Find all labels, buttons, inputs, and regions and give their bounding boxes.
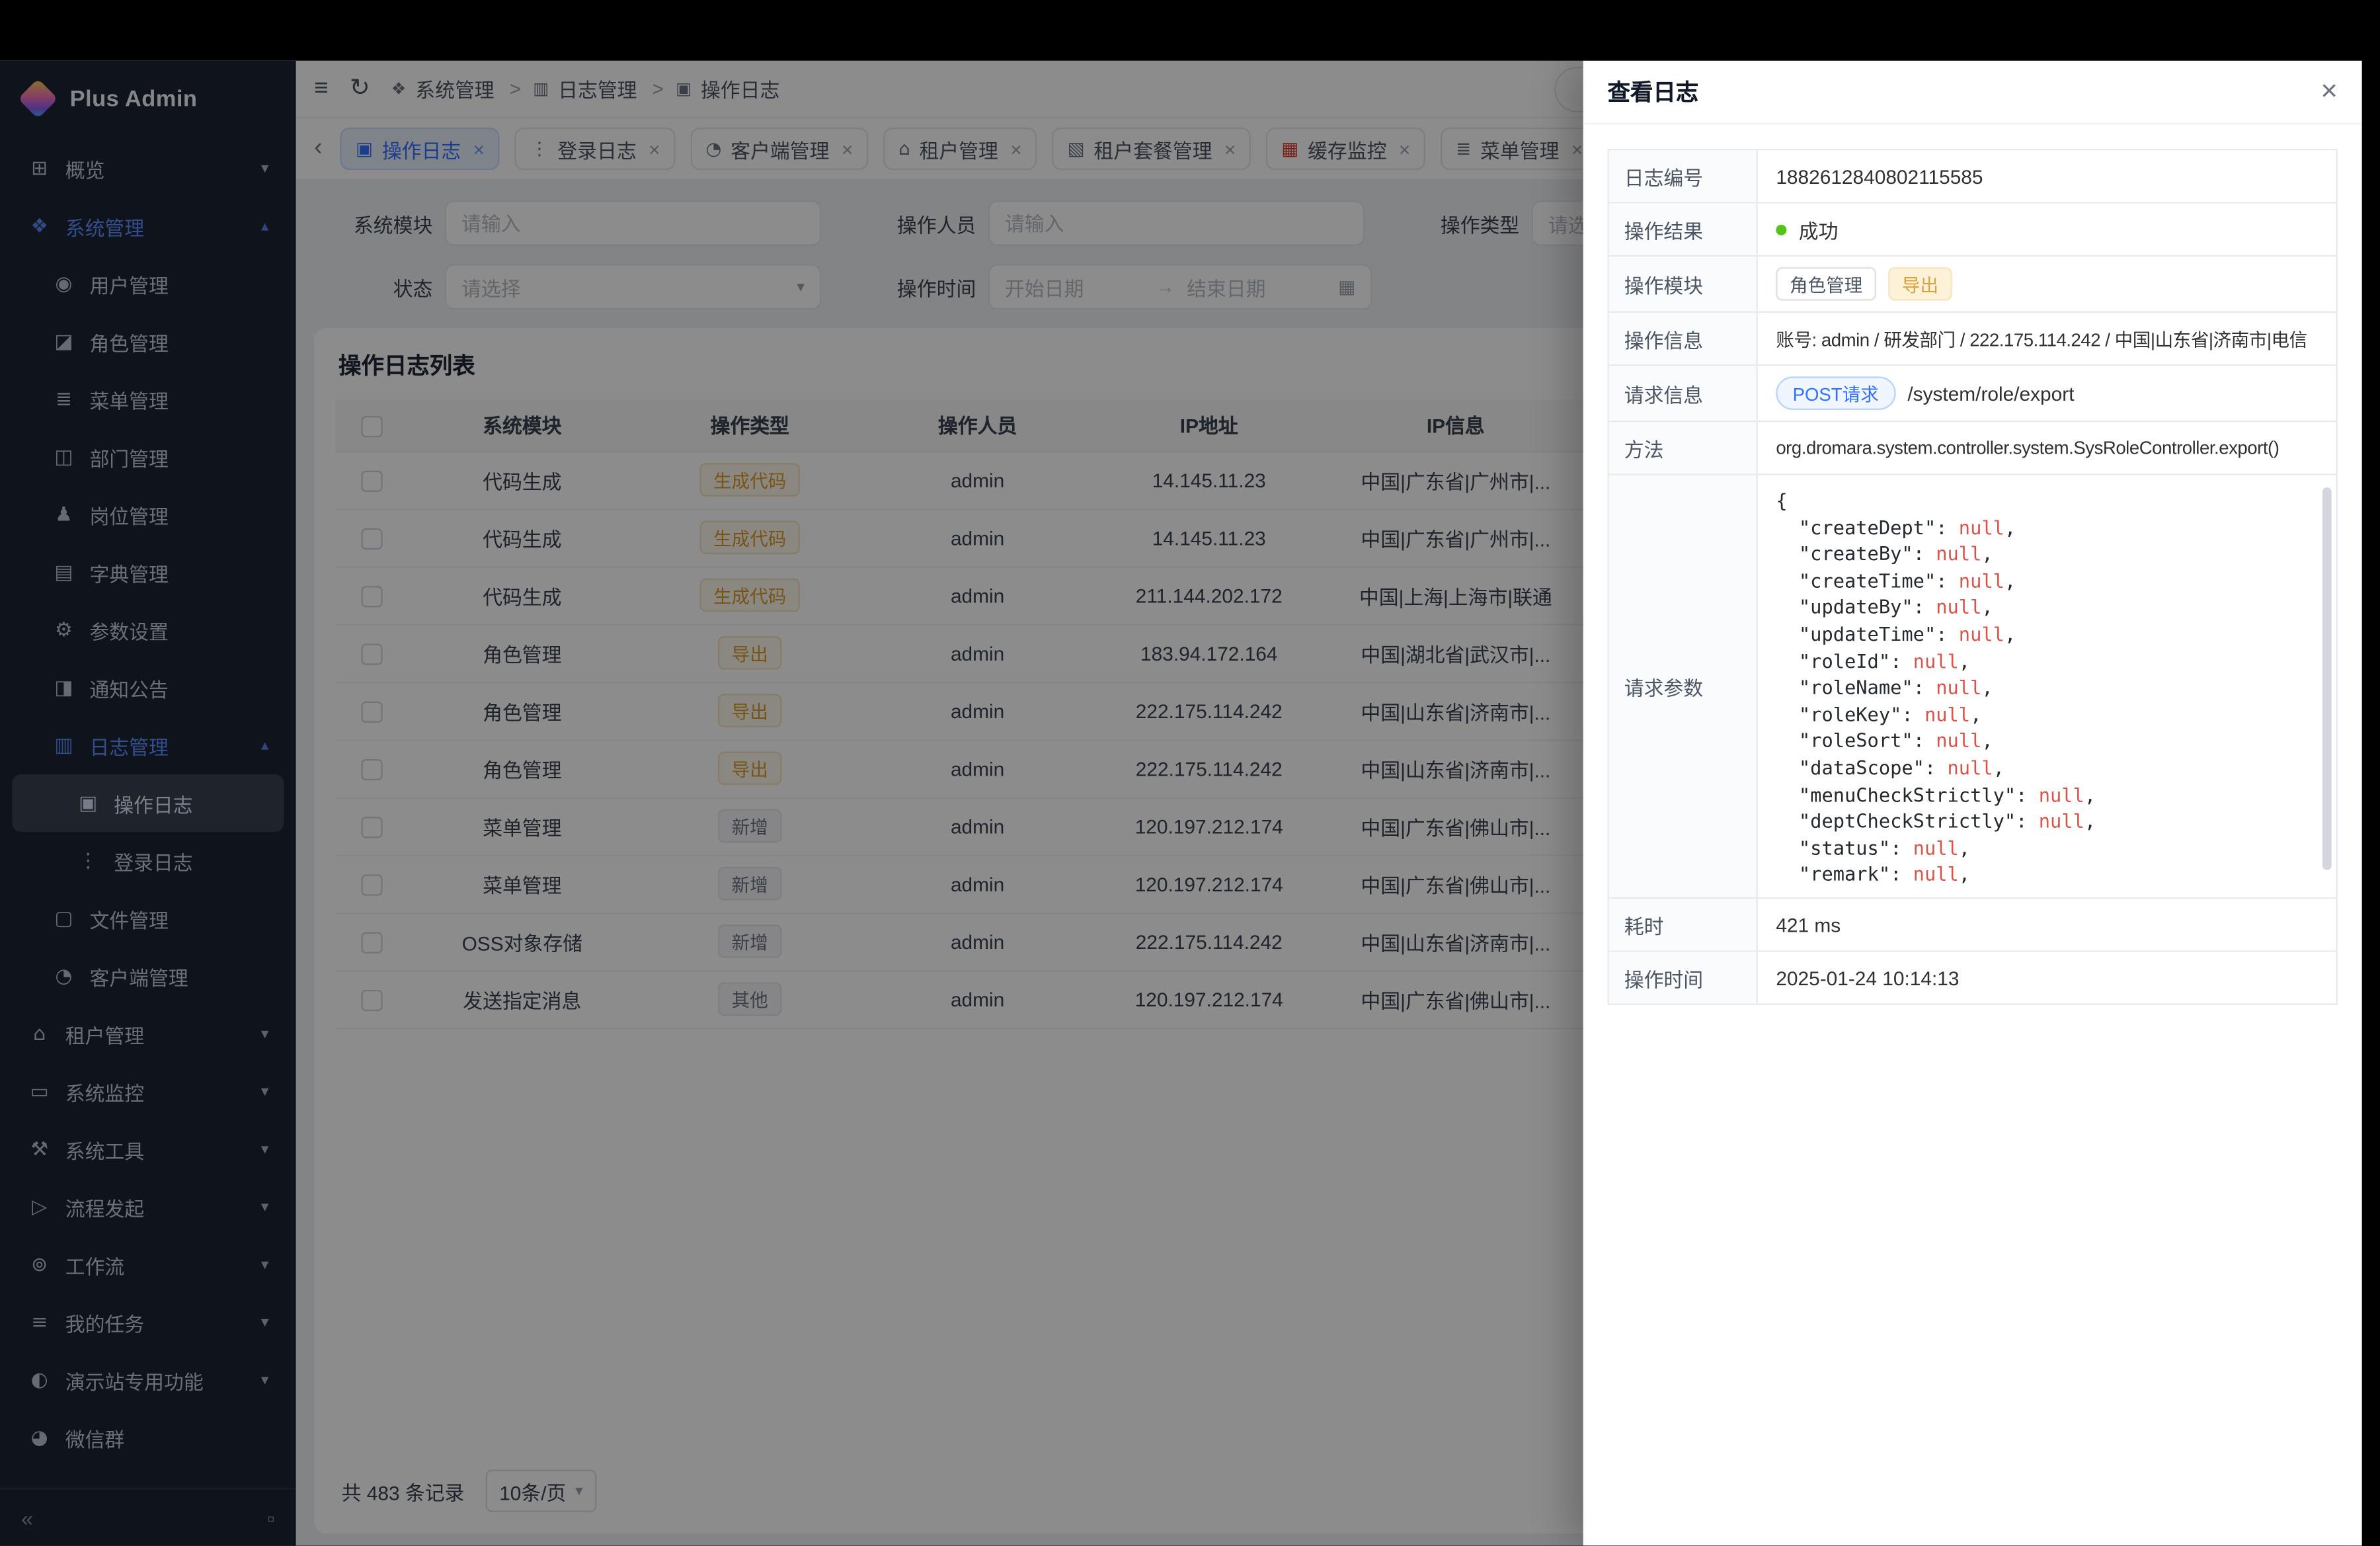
json-comma: , (1981, 676, 1993, 698)
request-url: /system/role/export (1907, 382, 2074, 404)
module-label: 操作模块 (1609, 257, 1758, 311)
json-key: status (1776, 836, 1913, 858)
json-value: null (2039, 809, 2084, 832)
json-comma: , (2004, 622, 2016, 645)
code-line: roleKeynull, (1776, 701, 2315, 727)
json-key: roleSort (1776, 729, 1936, 752)
time-value: 2025-01-24 10:14:13 (1758, 952, 2336, 1004)
code-line: roleIdnull, (1776, 647, 2315, 674)
json-value: null (2039, 783, 2084, 805)
detail-row-params: 请求参数 { createDeptnull, createBynull, cre… (1609, 475, 2336, 899)
code-line: deptCheckStrictlynull, (1776, 808, 2315, 834)
json-value: null (1959, 569, 2004, 591)
json-comma: , (1993, 756, 2004, 778)
json-comma: , (1981, 729, 1993, 752)
json-comma: , (1959, 836, 1970, 858)
duration-value: 421 ms (1758, 899, 2336, 950)
detail-row-log-id: 日志编号 1882612840802115585 (1609, 150, 2336, 203)
json-value: null (1959, 622, 2004, 645)
json-value: null (1948, 756, 1993, 778)
json-key: roleId (1776, 649, 1913, 672)
module-action-tag: 导出 (1888, 267, 1952, 301)
json-comma: , (2004, 569, 2016, 591)
json-value: null (1959, 516, 2004, 538)
info-value: 账号: admin / 研发部门 / 222.175.114.242 / 中国|… (1758, 313, 2336, 364)
code-line: remarknull, (1776, 862, 2315, 888)
time-label: 操作时间 (1609, 952, 1758, 1004)
code-line: roleNamenull, (1776, 674, 2315, 701)
code-line: updateBynull, (1776, 594, 2315, 621)
drawer-body: 日志编号 1882612840802115585 操作结果 成功 操作模块 角色… (1583, 124, 2362, 1546)
request-value: POST请求 /system/role/export (1758, 366, 2336, 421)
detail-row-method: 方法 org.dromara.system.controller.system.… (1609, 422, 2336, 475)
json-key: menuCheckStrictly (1776, 783, 2038, 805)
json-value: null (1913, 836, 1959, 858)
code-open-brace: { (1776, 487, 2315, 514)
log-id-label: 日志编号 (1609, 150, 1758, 202)
result-label: 操作结果 (1609, 204, 1758, 255)
json-comma: , (1959, 649, 1970, 672)
detail-row-request: 请求信息 POST请求 /system/role/export (1609, 366, 2336, 422)
detail-row-info: 操作信息 账号: admin / 研发部门 / 222.175.114.242 … (1609, 313, 2336, 366)
json-value: null (1936, 676, 1981, 698)
json-comma: , (1981, 542, 1993, 565)
json-comma: , (1981, 596, 1993, 618)
json-comma: , (2084, 783, 2096, 805)
detail-row-duration: 耗时 421 ms (1609, 899, 2336, 952)
json-key: roleName (1776, 676, 1936, 698)
params-label: 请求参数 (1609, 475, 1758, 897)
json-value: null (1936, 596, 1981, 618)
success-dot-icon (1776, 224, 1786, 235)
duration-label: 耗时 (1609, 899, 1758, 950)
drawer-title: 查看日志 (1607, 76, 1698, 108)
code-line: createDeptnull, (1776, 514, 2315, 540)
request-label: 请求信息 (1609, 366, 1758, 421)
json-comma: , (1970, 702, 1981, 725)
method-label: 方法 (1609, 422, 1758, 473)
module-value: 角色管理 导出 (1758, 257, 2336, 311)
json-value: null (1936, 542, 1981, 565)
json-comma: , (2084, 809, 2096, 832)
code-line: statusnull, (1776, 834, 2315, 861)
log-id-value: 1882612840802115585 (1758, 150, 2336, 202)
log-detail-table: 日志编号 1882612840802115585 操作结果 成功 操作模块 角色… (1607, 149, 2337, 1005)
module-tag: 角色管理 (1776, 267, 1876, 301)
json-value: null (1936, 729, 1981, 752)
drawer-header: 查看日志 × (1583, 61, 2362, 124)
json-value: null (1913, 863, 1959, 885)
json-value: null (1913, 649, 1959, 672)
drawer-close-icon[interactable]: × (2320, 77, 2338, 106)
json-value: null (1924, 702, 1970, 725)
json-comma: , (1959, 863, 1970, 885)
code-scrollbar-thumb[interactable] (2322, 487, 2332, 870)
method-value: org.dromara.system.controller.system.Sys… (1758, 422, 2336, 473)
json-key: updateTime (1776, 622, 1958, 645)
screen: Plus Admin 概览 系统管理 (0, 0, 2380, 1546)
info-label: 操作信息 (1609, 313, 1758, 364)
result-text: 成功 (1799, 215, 1839, 244)
json-key: deptCheckStrictly (1776, 809, 2038, 832)
json-key: roleKey (1776, 702, 1924, 725)
code-line: createTimenull, (1776, 567, 2315, 594)
code-line: dataScopenull, (1776, 754, 2315, 781)
code-line: menuCheckStrictlynull, (1776, 781, 2315, 807)
code-line: updateTimenull, (1776, 621, 2315, 647)
code-line: roleSortnull, (1776, 728, 2315, 754)
json-key: createDept (1776, 516, 1958, 538)
json-key: remark (1776, 863, 1913, 885)
request-params-code: { createDeptnull, createBynull, createTi… (1758, 475, 2336, 897)
view-log-drawer: 查看日志 × 日志编号 1882612840802115585 操作结果 成功 … (1583, 61, 2362, 1546)
json-key: updateBy (1776, 596, 1936, 618)
json-key: createBy (1776, 542, 1936, 565)
detail-row-result: 操作结果 成功 (1609, 204, 2336, 257)
code-line: createBynull, (1776, 541, 2315, 567)
detail-row-module: 操作模块 角色管理 导出 (1609, 257, 2336, 313)
top-strip (0, 0, 2380, 61)
result-value: 成功 (1758, 204, 2336, 255)
post-method-tag: POST请求 (1776, 376, 1895, 410)
json-key: dataScope (1776, 756, 1947, 778)
detail-row-time: 操作时间 2025-01-24 10:14:13 (1609, 952, 2336, 1004)
json-comma: , (2004, 516, 2016, 538)
json-key: createTime (1776, 569, 1958, 591)
